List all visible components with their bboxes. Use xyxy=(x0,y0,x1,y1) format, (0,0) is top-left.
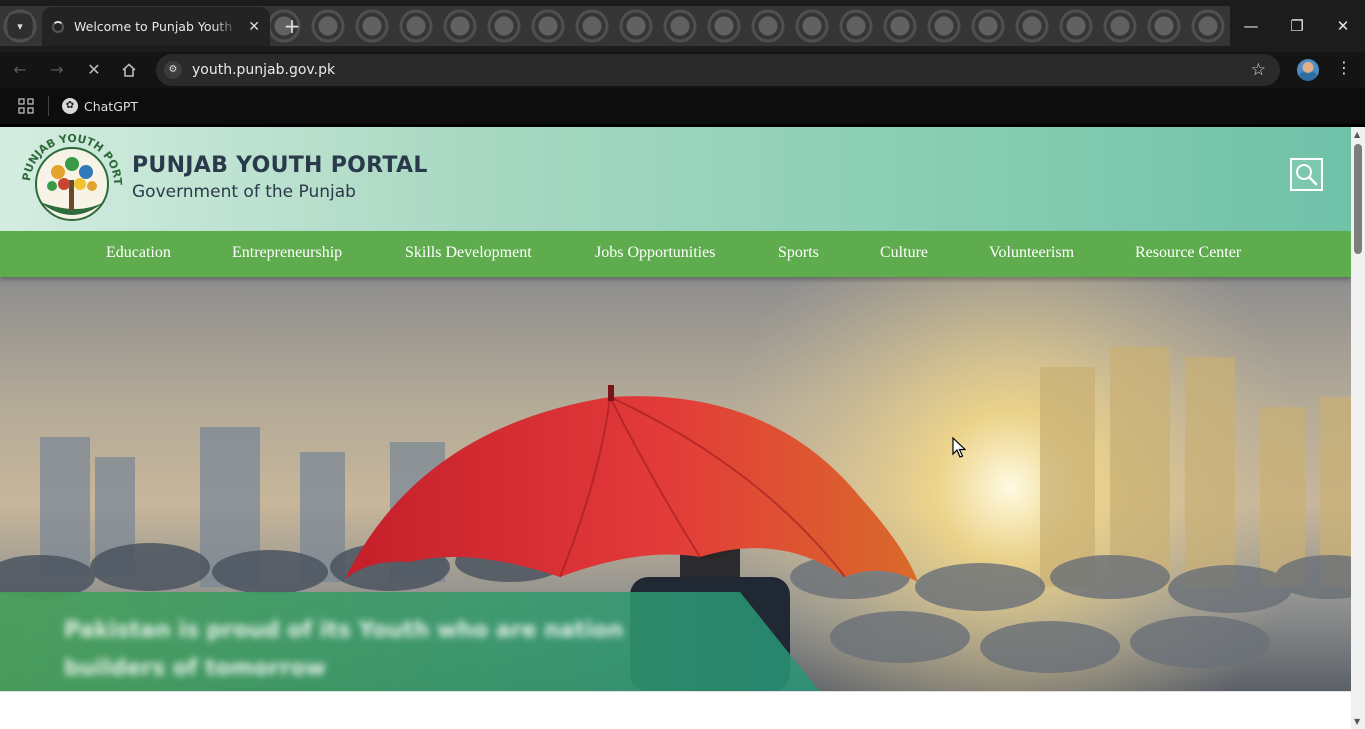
new-tab-button[interactable]: + xyxy=(280,14,304,38)
site-search-button[interactable] xyxy=(1290,158,1323,191)
nav-entrepreneurship[interactable]: Entrepreneurship xyxy=(232,244,342,262)
forward-button[interactable]: → xyxy=(45,58,69,82)
bookmarks-bar: ✿ ChatGPT xyxy=(0,88,1365,124)
close-window-button[interactable]: ✕ xyxy=(1328,12,1358,40)
plus-icon: + xyxy=(283,14,301,38)
nav-sports[interactable]: Sports xyxy=(778,244,819,262)
stop-loading-button[interactable]: ✕ xyxy=(82,58,106,82)
mouse-cursor-icon xyxy=(952,437,966,458)
home-icon xyxy=(122,63,136,77)
site-header: PUNJAB YOUTH PORTAL PUNJAB YOUTH PORTAL … xyxy=(0,127,1351,231)
site-subtitle: Government of the Punjab xyxy=(132,182,356,202)
browser-tab-bar: ▾ Welcome to Punjab Youth Portal ✕ + — ❐… xyxy=(0,0,1365,52)
browser-tab[interactable]: Welcome to Punjab Youth Portal ✕ xyxy=(42,7,270,46)
tab-title: Welcome to Punjab Youth Portal xyxy=(74,19,238,34)
profile-avatar[interactable] xyxy=(1297,59,1319,81)
bookmark-label: ChatGPT xyxy=(84,98,139,114)
nav-culture[interactable]: Culture xyxy=(880,244,928,262)
nav-skills-development[interactable]: Skills Development xyxy=(405,244,532,262)
content-section xyxy=(0,691,1351,729)
site-info-icon[interactable]: ⚙ xyxy=(164,61,182,79)
browser-menu-button[interactable]: ⋮ xyxy=(1334,58,1354,77)
bookmark-chatgpt[interactable]: ✿ ChatGPT xyxy=(62,96,138,116)
site-title[interactable]: PUNJAB YOUTH PORTAL xyxy=(132,153,428,178)
scroll-down-arrow-icon[interactable]: ▼ xyxy=(1354,717,1360,726)
arrow-left-icon: ← xyxy=(13,60,27,79)
grid-icon xyxy=(18,98,34,114)
search-icon xyxy=(1296,164,1318,186)
page-viewport: PUNJAB YOUTH PORTAL PUNJAB YOUTH PORTAL … xyxy=(0,127,1351,729)
close-icon: ✕ xyxy=(87,60,101,79)
loading-spinner-icon xyxy=(52,20,64,33)
hero-caption: Pakistan is proud of its Youth who are n… xyxy=(64,618,624,681)
more-vertical-icon: ⋮ xyxy=(1336,58,1352,77)
arrow-right-icon: → xyxy=(50,60,64,79)
minimize-button[interactable]: — xyxy=(1236,12,1266,40)
url-text[interactable]: youth.punjab.gov.pk xyxy=(192,62,335,78)
nav-volunteerism[interactable]: Volunteerism xyxy=(989,244,1074,262)
bookmarks-divider xyxy=(48,96,49,116)
home-button[interactable] xyxy=(117,58,141,82)
star-icon[interactable]: ☆ xyxy=(1251,60,1266,80)
punjab-youth-portal-logo[interactable]: PUNJAB YOUTH PORTAL xyxy=(18,132,126,226)
scroll-thumb[interactable] xyxy=(1354,144,1362,254)
hero-slider[interactable]: Pakistan is proud of its Youth who are n… xyxy=(0,277,1351,691)
scroll-up-arrow-icon[interactable]: ▲ xyxy=(1354,130,1360,139)
nav-jobs-opportunities[interactable]: Jobs Opportunities xyxy=(595,244,715,262)
chevron-down-icon: ▾ xyxy=(17,19,23,33)
close-icon[interactable]: ✕ xyxy=(248,19,260,35)
tab-search-button[interactable]: ▾ xyxy=(8,14,32,38)
address-bar[interactable]: ⚙ youth.punjab.gov.pk ☆ xyxy=(156,54,1280,86)
back-button[interactable]: ← xyxy=(8,58,32,82)
apps-grid-icon[interactable] xyxy=(18,98,34,114)
main-navigation: Education Entrepreneurship Skills Develo… xyxy=(0,231,1351,277)
browser-toolbar: ← → ✕ ⚙ youth.punjab.gov.pk ☆ ⋮ xyxy=(0,52,1365,88)
openai-icon: ✿ xyxy=(62,98,78,114)
page-scrollbar[interactable]: ▲ ▼ xyxy=(1351,127,1365,729)
nav-education[interactable]: Education xyxy=(106,244,171,262)
nav-resource-center[interactable]: Resource Center xyxy=(1135,244,1241,262)
restore-button[interactable]: ❐ xyxy=(1282,12,1312,40)
